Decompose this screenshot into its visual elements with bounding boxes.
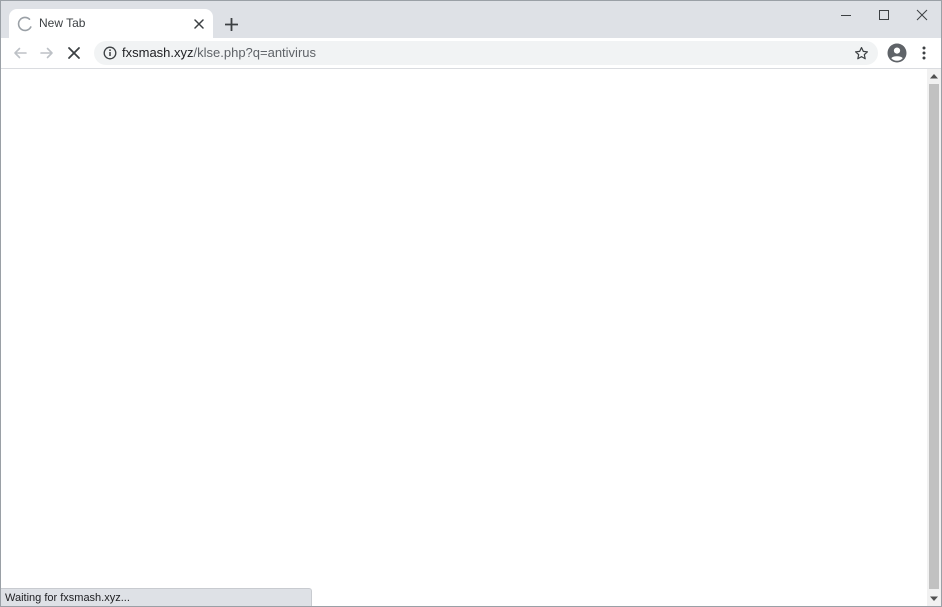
minimize-icon[interactable] <box>835 5 857 25</box>
plus-icon[interactable] <box>221 14 241 34</box>
url-host: fxsmash.xyz <box>122 45 194 60</box>
tab-title: New Tab <box>39 16 86 30</box>
scrollbar-thumb[interactable] <box>929 84 939 589</box>
toolbar: fxsmash.xyz/klse.php?q=antivirus <box>1 38 941 69</box>
tab-close-icon[interactable] <box>191 16 207 32</box>
tab-strip: New Tab <box>1 1 941 38</box>
page-content[interactable] <box>1 69 927 606</box>
info-icon[interactable] <box>102 45 118 61</box>
loading-spinner-icon <box>17 16 33 32</box>
url-text[interactable]: fxsmash.xyz/klse.php?q=antivirus <box>122 45 316 61</box>
close-icon[interactable] <box>911 5 933 25</box>
arrow-left-icon[interactable] <box>9 42 31 64</box>
browser-window: New Tab fxsmash.xyz/klse.php?q=antivirus… <box>0 0 942 607</box>
tab-new-tab[interactable]: New Tab <box>9 9 213 38</box>
status-text: Waiting for fxsmash.xyz... <box>5 592 130 604</box>
url-path: /klse.php?q=antivirus <box>193 45 317 60</box>
maximize-icon[interactable] <box>873 5 895 25</box>
arrow-right-icon[interactable] <box>36 42 58 64</box>
account-circle-icon[interactable] <box>885 41 909 65</box>
stop-x-icon[interactable] <box>63 42 85 64</box>
star-outline-icon[interactable] <box>852 44 870 62</box>
status-bubble: Waiting for fxsmash.xyz... <box>1 588 312 606</box>
scroll-up-arrow-icon[interactable] <box>927 69 941 83</box>
kebab-menu-icon[interactable] <box>913 42 935 64</box>
scroll-down-arrow-icon[interactable] <box>927 592 941 606</box>
address-bar[interactable]: fxsmash.xyz/klse.php?q=antivirus <box>94 41 878 65</box>
vertical-scrollbar[interactable] <box>927 69 941 606</box>
